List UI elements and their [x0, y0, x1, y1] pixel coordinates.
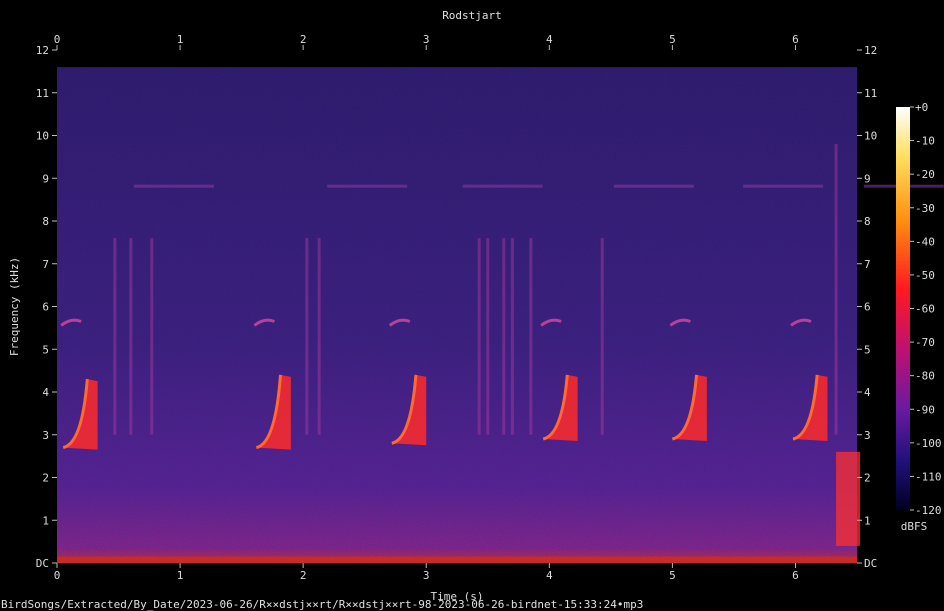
click-streak: [317, 238, 321, 435]
y-tick-label-right: 10: [864, 130, 877, 143]
x-tick-label: 3: [423, 569, 430, 582]
click-streak: [502, 238, 506, 435]
y-tick-label: 12: [36, 44, 49, 57]
harmonic-mark: [743, 184, 824, 188]
x-tick-label-top: 5: [669, 33, 676, 46]
dc-band: [57, 556, 857, 563]
colorbar: [896, 107, 910, 510]
y-tick-label: 2: [42, 472, 49, 485]
click-streak: [834, 144, 838, 435]
y-tick-label: 1: [42, 514, 49, 527]
y-tick-label-right: 2: [864, 472, 871, 485]
colorbar-tick-label: -40: [915, 235, 935, 248]
x-tick-label: 0: [54, 569, 61, 582]
spectrogram-noise: [57, 67, 857, 563]
y-tick-label: DC: [36, 557, 49, 570]
click-streak: [529, 238, 533, 435]
y-tick-label: 10: [36, 130, 49, 143]
y-tick-label: 9: [42, 172, 49, 185]
colorbar-tick-label: -120: [915, 504, 942, 517]
x-tick-label: 5: [669, 569, 676, 582]
colorbar-tick-label: -30: [915, 202, 935, 215]
y-tick-label-right: 9: [864, 172, 871, 185]
harmonic-mark: [613, 184, 694, 188]
y-tick-label-right: 11: [864, 87, 877, 100]
y-tick-label-right: 12: [864, 44, 877, 57]
x-tick-label: 6: [792, 569, 799, 582]
x-tick-label: 2: [300, 569, 307, 582]
y-tick-label: 5: [42, 343, 49, 356]
colorbar-tick-label: -80: [915, 370, 935, 383]
file-path-footer: BirdSongs/Extracted/By_Date/2023-06-26/R…: [1, 598, 644, 611]
y-tick-label-right: DC: [864, 557, 877, 570]
y-tick-label-right: 6: [864, 301, 871, 314]
click-streak: [510, 238, 514, 435]
click-streak: [477, 238, 481, 435]
y-tick-label: 4: [42, 386, 49, 399]
colorbar-tick-label: -70: [915, 336, 935, 349]
x-tick-label-top: 1: [177, 33, 184, 46]
x-tick-label-top: 2: [300, 33, 307, 46]
colorbar-tick-label: -60: [915, 303, 935, 316]
end-burst: [836, 451, 861, 546]
x-tick-label: 1: [177, 569, 184, 582]
click-streak: [486, 238, 490, 435]
y-tick-label-right: 3: [864, 429, 871, 442]
y-tick-label-right: 1: [864, 514, 871, 527]
colorbar-label: dBFS: [901, 520, 928, 533]
y-tick-label: 3: [42, 429, 49, 442]
colorbar-tick-label: -90: [915, 403, 935, 416]
click-streak: [305, 238, 309, 435]
colorbar-tick-label: -110: [915, 470, 942, 483]
x-tick-label-top: 4: [546, 33, 553, 46]
click-streak: [600, 238, 604, 435]
x-tick-label: 4: [546, 569, 553, 582]
x-tick-label-top: 0: [54, 33, 61, 46]
y-tick-label: 6: [42, 301, 49, 314]
x-tick-label-top: 6: [792, 33, 799, 46]
colorbar-tick-label: +0: [915, 101, 928, 114]
y-tick-label-right: 7: [864, 258, 871, 271]
spectrogram-chart: 00112233445566DC DC1 12 23 34 45 56 67 78 89 910 10…: [8, 33, 944, 603]
x-tick-label-top: 3: [423, 33, 430, 46]
colorbar-tick-label: -20: [915, 168, 935, 181]
harmonic-mark: [462, 184, 543, 188]
colorbar-tick-label: -50: [915, 269, 935, 282]
y-tick-label: 11: [36, 87, 49, 100]
y-tick-label-right: 5: [864, 343, 871, 356]
y-tick-label: 7: [42, 258, 49, 271]
harmonic-mark: [327, 184, 408, 188]
colorbar-tick-label: -10: [915, 135, 935, 148]
y-tick-label: 8: [42, 215, 49, 228]
click-streak: [150, 238, 154, 435]
y-tick-label-right: 8: [864, 215, 871, 228]
colorbar-tick-label: -100: [915, 437, 942, 450]
harmonic-mark: [133, 184, 214, 188]
y-axis-title: Frequency (kHz): [8, 257, 21, 356]
click-streak: [113, 238, 117, 435]
y-tick-label-right: 4: [864, 386, 871, 399]
click-streak: [129, 238, 133, 435]
